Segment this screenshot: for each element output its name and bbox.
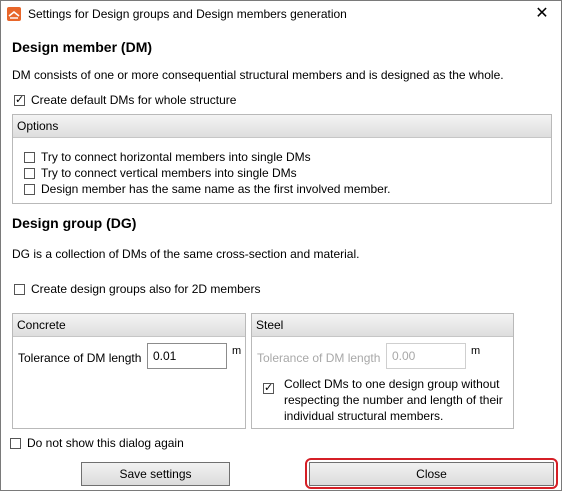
concrete-tolerance-unit: m [232, 345, 242, 357]
collect-dms-label-line1[interactable]: Collect DMs to one design group without [284, 377, 499, 391]
same-name-label[interactable]: Design member has the same name as the f… [41, 182, 391, 196]
save-settings-button[interactable]: Save settings [81, 462, 230, 486]
create-2d-groups-checkbox[interactable] [14, 284, 25, 295]
dg-description: DG is a collection of DMs of the same cr… [12, 247, 360, 261]
create-2d-groups-label[interactable]: Create design groups also for 2D members [31, 282, 260, 296]
settings-dialog: Settings for Design groups and Design me… [0, 0, 562, 491]
dm-heading: Design member (DM) [12, 39, 153, 55]
close-icon[interactable]: ✕ [529, 3, 555, 25]
create-default-dms-label[interactable]: Create default DMs for whole structure [31, 93, 236, 107]
dont-show-again-checkbox[interactable] [10, 438, 21, 449]
window-title: Settings for Design groups and Design me… [28, 7, 347, 21]
options-group: Options Try to connect horizontal member… [12, 114, 552, 204]
create-default-dms-checkbox[interactable] [14, 93, 25, 106]
concrete-group: Concrete Tolerance of DM length 0.01 m [12, 313, 246, 429]
app-logo-icon [7, 7, 21, 21]
concrete-header: Concrete [13, 314, 245, 337]
dont-show-again-label[interactable]: Do not show this dialog again [27, 436, 184, 450]
steel-header: Steel [252, 314, 513, 337]
dg-heading: Design group (DG) [12, 215, 137, 231]
connect-vertical-label[interactable]: Try to connect vertical members into sin… [41, 166, 297, 180]
steel-tolerance-input[interactable]: 0.00 [386, 343, 466, 369]
dm-description: DM consists of one or more consequential… [12, 68, 504, 82]
collect-dms-checkbox[interactable] [263, 381, 274, 394]
connect-horizontal-checkbox[interactable] [24, 152, 35, 163]
same-name-checkbox[interactable] [24, 184, 35, 195]
close-button[interactable]: Close [309, 462, 554, 486]
title-bar: Settings for Design groups and Design me… [1, 1, 561, 29]
steel-group: Steel Tolerance of DM length 0.00 m Coll… [251, 313, 514, 429]
concrete-tolerance-input[interactable]: 0.01 [147, 343, 227, 369]
options-header: Options [13, 115, 551, 138]
connect-horizontal-label[interactable]: Try to connect horizontal members into s… [41, 150, 311, 164]
concrete-tolerance-label: Tolerance of DM length [18, 351, 142, 365]
collect-dms-label-line3[interactable]: individual structural members. [284, 409, 443, 423]
collect-dms-label-line2[interactable]: respecting the number and length of thei… [284, 393, 503, 407]
steel-tolerance-unit: m [471, 345, 481, 357]
connect-vertical-checkbox[interactable] [24, 168, 35, 179]
steel-tolerance-label: Tolerance of DM length [257, 351, 381, 365]
